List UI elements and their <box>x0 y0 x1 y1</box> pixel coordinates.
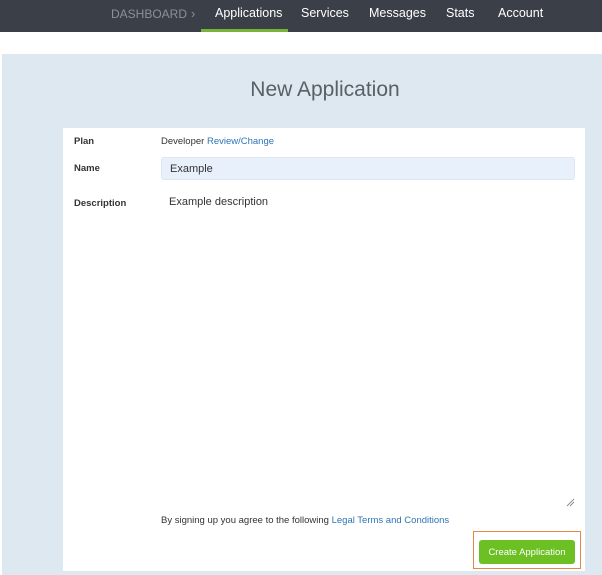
nav-item-stats[interactable]: Stats <box>446 0 475 32</box>
plan-name: Developer <box>161 136 205 147</box>
nav-item-messages[interactable]: Messages <box>369 0 426 32</box>
create-application-button[interactable]: Create Application <box>479 540 575 564</box>
nav-dashboard-label: DASHBOARD <box>111 7 188 21</box>
nav-item-account[interactable]: Account <box>498 0 543 32</box>
page-title: New Application <box>250 78 400 101</box>
terms-text: By signing up you agree to the following <box>161 515 329 526</box>
nav-dashboard-link[interactable]: DASHBOARD › <box>111 0 195 32</box>
plan-label: Plan <box>74 136 95 147</box>
name-input[interactable] <box>161 157 575 180</box>
description-textarea[interactable]: Example description <box>161 191 575 509</box>
chevron-right-icon: › <box>191 6 196 21</box>
description-label: Description <box>74 198 127 209</box>
top-nav: DASHBOARD › Applications Services Message… <box>0 0 602 32</box>
nav-item-applications[interactable]: Applications <box>215 0 282 32</box>
nav-item-services[interactable]: Services <box>301 0 349 32</box>
terms-link[interactable]: Legal Terms and Conditions <box>332 515 450 526</box>
resize-handle-icon[interactable] <box>566 498 575 507</box>
plan-review-change-link[interactable]: Review/Change <box>207 136 274 147</box>
nav-active-indicator <box>201 29 288 32</box>
name-label: Name <box>74 163 100 174</box>
plan-value: Developer Review/Change <box>161 136 274 147</box>
terms-notice: By signing up you agree to the following… <box>161 515 449 526</box>
